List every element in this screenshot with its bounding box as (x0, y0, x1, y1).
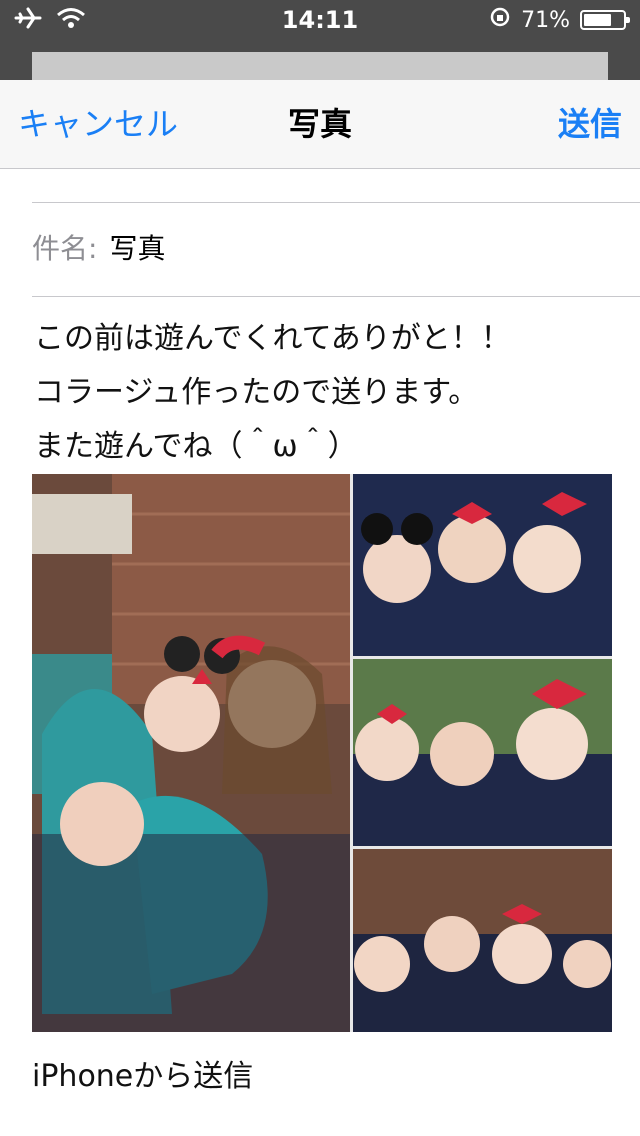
signature[interactable]: iPhoneから送信 (32, 1050, 253, 1104)
subject-field[interactable]: 件名: 写真 (32, 203, 165, 295)
subject-input[interactable]: 写真 (109, 232, 165, 265)
body-line: この前は遊んでくれてありがと！！ (34, 321, 511, 356)
compose-nav-bar: キャンセル 写真 送信 (0, 80, 640, 169)
divider (32, 296, 640, 297)
battery-percent: 71% (521, 7, 570, 33)
send-button[interactable]: 送信 (558, 80, 622, 168)
underlying-card (32, 52, 608, 82)
battery-icon (580, 10, 630, 30)
subject-label: 件名: (32, 232, 98, 265)
page-title: 写真 (287, 105, 352, 143)
body-line: また遊んでね（＾ω＾） (34, 429, 358, 464)
collage-image (32, 474, 612, 1032)
body-line: コラージュ作ったので送ります。 (34, 375, 479, 410)
rotation-lock-icon (489, 6, 511, 34)
battery-fill (584, 14, 611, 26)
attached-photo-collage[interactable] (32, 474, 612, 1032)
message-body[interactable]: この前は遊んでくれてありがと！！ コラージュ作ったので送ります。 また遊んでね（… (34, 312, 614, 474)
status-bar: 14:11 71% (0, 0, 640, 40)
